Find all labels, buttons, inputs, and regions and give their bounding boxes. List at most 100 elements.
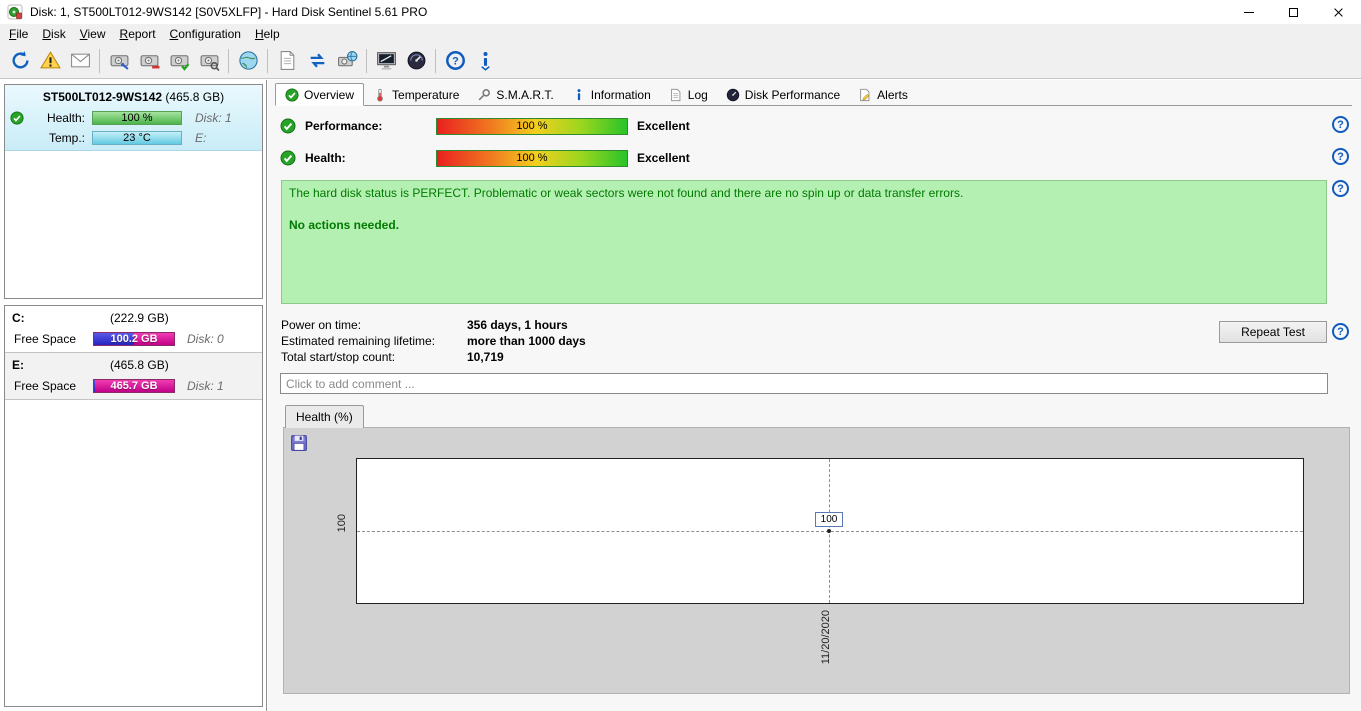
stat-value: 10,719 xyxy=(467,350,504,364)
alerts-icon xyxy=(858,88,872,102)
help-icon[interactable]: ? xyxy=(1332,180,1349,197)
repeat-test-button[interactable]: Repeat Test xyxy=(1219,321,1327,343)
disk-stats: Power on time: 356 days, 1 hours Estimat… xyxy=(281,317,586,365)
partition-letter: C: xyxy=(12,311,25,325)
disk-test-icon[interactable] xyxy=(164,47,194,75)
disk-acoustic-icon[interactable] xyxy=(104,47,134,75)
minimize-button[interactable] xyxy=(1226,0,1271,24)
maximize-button[interactable] xyxy=(1271,0,1316,24)
tab-label: Log xyxy=(688,88,708,102)
used-space-fill xyxy=(94,380,95,392)
disk-size: (465.8 GB) xyxy=(165,90,224,104)
partition-entry-e[interactable]: E: (465.8 GB) Free Space 465.7 GB Disk: … xyxy=(5,353,262,400)
disk-temp-row: Temp.: 23 °C E: xyxy=(5,128,262,148)
menu-file[interactable]: File xyxy=(2,25,35,43)
mail-icon[interactable] xyxy=(65,47,95,75)
menu-view[interactable]: View xyxy=(73,25,113,43)
toolbar-separator xyxy=(366,49,367,73)
partition-entry-c[interactable]: C: (222.9 GB) Free Space 100.2 GB Disk: … xyxy=(5,306,262,353)
tab-label: Overview xyxy=(304,88,354,102)
svg-text:?: ? xyxy=(452,56,459,68)
disk-entry-selected[interactable]: ST500LT012-9WS142 (465.8 GB) Health: 100… xyxy=(5,85,262,151)
tab-information[interactable]: Information xyxy=(563,84,660,105)
performance-meter: 100 % xyxy=(436,118,628,135)
info-icon xyxy=(572,88,586,102)
main-area: Overview Temperature S.M.A.R.T. Informat… xyxy=(268,80,1361,711)
chart-tab-health[interactable]: Health (%) xyxy=(285,405,364,428)
performance-label: Performance: xyxy=(305,119,382,133)
free-space-value: 100.2 GB xyxy=(110,333,157,345)
menu-help[interactable]: Help xyxy=(248,25,287,43)
health-bar: 100 % xyxy=(92,111,182,125)
status-message-box: The hard disk status is PERFECT. Problem… xyxy=(281,180,1327,304)
health-meter: 100 % xyxy=(436,150,628,167)
performance-value: 100 % xyxy=(516,120,547,132)
temp-label: Temp.: xyxy=(27,131,85,145)
free-space-value: 465.7 GB xyxy=(110,380,157,392)
sidebar: ST500LT012-9WS142 (465.8 GB) Health: 100… xyxy=(0,80,267,711)
close-icon xyxy=(1333,7,1344,18)
help-icon[interactable]: ? xyxy=(1332,148,1349,165)
free-space-bar: 100.2 GB xyxy=(93,332,175,346)
menu-disk[interactable]: Disk xyxy=(35,25,72,43)
stat-label: Power on time: xyxy=(281,318,467,332)
disk-list-panel: ST500LT012-9WS142 (465.8 GB) Health: 100… xyxy=(4,84,263,299)
refresh-icon[interactable] xyxy=(5,47,35,75)
tab-smart[interactable]: S.M.A.R.T. xyxy=(468,84,562,105)
partition-size: (465.8 GB) xyxy=(110,358,169,372)
tab-bar: Overview Temperature S.M.A.R.T. Informat… xyxy=(275,83,1352,106)
info-download-icon[interactable] xyxy=(470,47,500,75)
health-chart-panel: 100 100 11/20/2020 xyxy=(283,427,1350,694)
toolbar-separator xyxy=(228,49,229,73)
tab-log[interactable]: Log xyxy=(660,84,717,105)
tab-label: Information xyxy=(591,88,651,102)
save-chart-icon[interactable] xyxy=(290,434,310,454)
tab-temperature[interactable]: Temperature xyxy=(364,84,468,105)
partition-free-row: Free Space 100.2 GB Disk: 0 xyxy=(5,329,262,349)
monitor-test-icon[interactable] xyxy=(371,47,401,75)
help-icon[interactable]: ? xyxy=(1332,116,1349,133)
health-ok-icon xyxy=(9,111,25,126)
help-icon[interactable]: ? xyxy=(440,47,470,75)
performance-gauge-icon[interactable] xyxy=(401,47,431,75)
toolbar-separator xyxy=(435,49,436,73)
menu-report[interactable]: Report xyxy=(113,25,163,43)
partition-header: C: (222.9 GB) xyxy=(5,306,262,329)
stat-row-power-on: Power on time: 356 days, 1 hours xyxy=(281,317,586,333)
toolbar: ? xyxy=(0,43,1361,79)
health-label: Health: xyxy=(305,151,346,165)
sync-icon[interactable] xyxy=(302,47,332,75)
toolbar-separator xyxy=(99,49,100,73)
temp-bar: 23 °C xyxy=(92,131,182,145)
minimize-icon xyxy=(1244,12,1254,13)
log-icon xyxy=(669,88,683,102)
comment-input[interactable] xyxy=(280,373,1328,394)
partition-disk-index: Disk: 0 xyxy=(187,332,224,346)
disk-search-icon[interactable] xyxy=(194,47,224,75)
tab-alerts[interactable]: Alerts xyxy=(849,84,917,105)
status-message: The hard disk status is PERFECT. Problem… xyxy=(289,186,1319,200)
performance-ok-icon xyxy=(280,118,297,134)
report-icon[interactable] xyxy=(272,47,302,75)
maximize-icon xyxy=(1289,8,1298,17)
health-value: 100 % xyxy=(121,112,152,124)
menu-configuration[interactable]: Configuration xyxy=(163,25,248,43)
partition-free-row: Free Space 465.7 GB Disk: 1 xyxy=(5,376,262,396)
tab-overview[interactable]: Overview xyxy=(275,83,364,106)
stat-value: more than 1000 days xyxy=(467,334,586,348)
partition-panel: C: (222.9 GB) Free Space 100.2 GB Disk: … xyxy=(4,305,263,707)
remote-disk-icon[interactable] xyxy=(332,47,362,75)
help-icon[interactable]: ? xyxy=(1332,323,1349,340)
health-value: 100 % xyxy=(516,152,547,164)
warning-config-icon[interactable] xyxy=(35,47,65,75)
health-rating: Excellent xyxy=(637,151,690,165)
window-title: Disk: 1, ST500LT012-9WS142 [S0V5XLFP] - … xyxy=(30,5,427,19)
titlebar: Disk: 1, ST500LT012-9WS142 [S0V5XLFP] - … xyxy=(0,0,1361,24)
tab-disk-performance[interactable]: Disk Performance xyxy=(717,84,849,105)
disk-remove-icon[interactable] xyxy=(134,47,164,75)
partition-header: E: (465.8 GB) xyxy=(5,353,262,376)
network-icon[interactable] xyxy=(233,47,263,75)
disk-name: ST500LT012-9WS142 xyxy=(43,90,162,104)
close-button[interactable] xyxy=(1316,0,1361,24)
disk-index-label: Disk: 1 xyxy=(195,111,232,125)
